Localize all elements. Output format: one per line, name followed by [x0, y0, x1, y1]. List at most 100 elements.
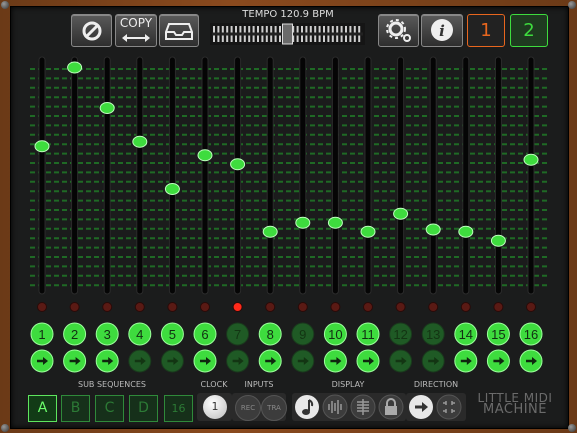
step-number-label: 7	[234, 327, 241, 342]
step-14: 14	[454, 56, 478, 373]
step-number-label: 3	[104, 327, 111, 342]
step-slider-knob[interactable]	[327, 216, 343, 229]
step-slider-knob[interactable]	[425, 223, 441, 236]
step-led	[232, 302, 243, 312]
step-number-label: 12	[393, 327, 407, 342]
step-12: 12	[389, 56, 413, 373]
step-slider-knob[interactable]	[34, 140, 50, 153]
step-led	[167, 302, 178, 312]
step-4: 4	[128, 56, 152, 373]
slider-track	[38, 56, 46, 295]
step-led	[395, 302, 406, 312]
lock-display-button[interactable]	[378, 394, 404, 420]
step-slider-knob[interactable]	[490, 234, 506, 247]
step-13: 13	[421, 56, 445, 373]
step-number-label: 4	[136, 327, 143, 342]
step-11: 11	[356, 56, 380, 373]
step-10: 10	[323, 56, 347, 373]
step-led	[134, 302, 145, 312]
step-led	[200, 302, 210, 312]
sub-sequences-label: SUB SEQUENCES	[77, 380, 146, 389]
step-3: 3	[95, 56, 119, 373]
inputs-label: INPUTS	[244, 380, 274, 389]
step-led	[526, 302, 536, 312]
slider-track	[331, 56, 339, 295]
sub-sequence-a-button[interactable]: A	[28, 395, 57, 422]
slider-track	[201, 56, 209, 295]
step-slider-knob[interactable]	[295, 216, 311, 229]
slider-track	[364, 56, 372, 295]
length-display-button[interactable]	[350, 394, 376, 420]
step-slider-knob[interactable]	[360, 225, 376, 238]
sub-sequence-c-button[interactable]: C	[95, 395, 124, 422]
sub-sequence-d-button[interactable]: D	[129, 395, 158, 422]
slider-track	[136, 56, 144, 295]
step-number-label: 8	[267, 327, 274, 342]
slider-track	[299, 56, 307, 295]
step-led	[265, 302, 276, 312]
step-number-label: 16	[524, 327, 538, 342]
forward-direction-button[interactable]	[409, 395, 433, 419]
slider-track	[234, 56, 242, 295]
slider-track	[527, 56, 535, 295]
slider-track	[71, 56, 79, 295]
step-6: 6	[193, 56, 217, 373]
step-number-label: 11	[361, 327, 375, 342]
step-number-label: 5	[169, 327, 176, 342]
clock-button[interactable]: 1	[203, 395, 227, 419]
step-number-label: 10	[328, 327, 342, 342]
step-slider-knob[interactable]	[393, 207, 409, 220]
slider-track	[397, 56, 405, 295]
rec-input-button[interactable]: REC	[235, 395, 261, 421]
step-1: 1	[30, 56, 54, 373]
step-slider-knob[interactable]	[262, 225, 278, 238]
slider-track	[494, 56, 502, 295]
step-15: 15	[486, 56, 510, 373]
step-slider-knob[interactable]	[230, 158, 246, 171]
step-8: 8	[258, 56, 282, 373]
step-number-label: 1	[38, 327, 45, 342]
brand-line-2: MACHINE	[482, 402, 547, 417]
step-number-label: 15	[491, 327, 505, 342]
step-5: 5	[160, 56, 184, 373]
direction-buttons	[409, 394, 462, 420]
step-led	[428, 302, 439, 312]
display-buttons	[295, 394, 404, 420]
step-led	[493, 302, 504, 312]
step-slider-knob[interactable]	[99, 102, 115, 114]
slider-track	[266, 56, 274, 295]
step-2: 2	[63, 56, 87, 373]
step-led	[37, 302, 47, 312]
display-label: DISPLAY	[331, 380, 365, 389]
slider-track	[168, 56, 176, 295]
step-number-label: 2	[71, 327, 78, 342]
step-led	[330, 302, 341, 312]
step-slider-knob[interactable]	[458, 225, 474, 238]
step-slider-knob[interactable]	[164, 183, 180, 195]
step-9: 9	[291, 56, 315, 373]
step-slider-knob[interactable]	[132, 135, 148, 148]
step-number-label: 13	[426, 327, 440, 342]
step-led	[297, 302, 308, 312]
slider-track	[103, 56, 111, 295]
step-16: 16	[519, 56, 543, 373]
tra-input-button[interactable]: TRA	[261, 395, 287, 421]
brand-logo: LITTLE MIDI MACHINE	[474, 392, 556, 416]
note-display-button[interactable]	[295, 395, 319, 419]
slider-track	[462, 56, 470, 295]
step-number-label: 14	[459, 327, 473, 342]
step-slider-knob[interactable]	[67, 61, 83, 74]
step-led	[363, 302, 373, 312]
step-led	[460, 302, 471, 312]
step-led	[102, 302, 113, 312]
step-7: 7	[226, 56, 250, 373]
sub-sequence-16-button[interactable]: 16	[164, 395, 193, 422]
velocity-display-button[interactable]	[322, 394, 348, 420]
step-slider-knob[interactable]	[523, 153, 539, 166]
step-number-label: 9	[299, 327, 306, 342]
slider-track	[429, 56, 437, 295]
step-slider-knob[interactable]	[197, 149, 213, 162]
sub-sequence-b-button[interactable]: B	[61, 395, 90, 422]
direction-label: DIRECTION	[413, 380, 459, 389]
random-direction-button[interactable]	[436, 394, 462, 420]
